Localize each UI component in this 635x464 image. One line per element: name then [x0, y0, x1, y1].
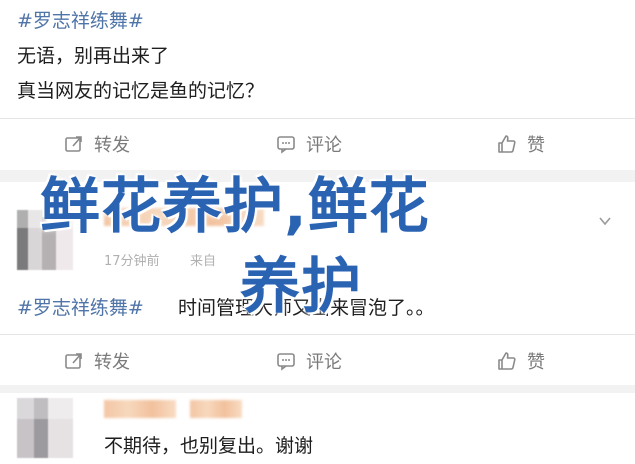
divider — [0, 118, 635, 119]
overlay-text-line2: 养护 — [240, 252, 362, 322]
like-icon — [498, 135, 516, 153]
like-icon — [498, 352, 516, 370]
post-source: 来自 — [190, 254, 217, 269]
repost-icon — [65, 353, 82, 369]
like-button[interactable]: 赞 — [497, 131, 545, 157]
repost-button[interactable]: 转发 — [64, 348, 130, 374]
comment-label: 评论 — [306, 135, 342, 156]
comment-button[interactable]: 评论 — [276, 131, 342, 157]
repost-button[interactable]: 转发 — [64, 131, 130, 157]
avatar[interactable] — [17, 398, 73, 458]
comment-text: 不期待，也别复出。谢谢 — [104, 435, 314, 457]
comment-label: 评论 — [306, 352, 342, 373]
repost-label: 转发 — [94, 352, 130, 373]
divider — [0, 334, 635, 335]
post-hashtag[interactable]: #罗志祥练舞# — [17, 6, 144, 33]
comment-button[interactable]: 评论 — [276, 348, 342, 374]
repost-icon — [65, 136, 82, 152]
post-time: 17分钟前 — [104, 254, 160, 269]
section-gap — [0, 385, 635, 393]
post-text-line: 无语，别再出来了 — [17, 45, 170, 67]
username-blurred[interactable] — [104, 400, 176, 418]
post-text-line: 真当网友的记忆是鱼的记忆？ — [17, 80, 265, 102]
repost-label: 转发 — [94, 135, 130, 156]
comment-icon — [277, 353, 295, 371]
like-label: 赞 — [527, 352, 545, 373]
like-label: 赞 — [527, 135, 545, 156]
chevron-down-icon[interactable] — [598, 214, 612, 228]
username-blurred[interactable] — [190, 400, 242, 418]
post-hashtag[interactable]: #罗志祥练舞# — [17, 293, 144, 320]
like-button[interactable]: 赞 — [497, 348, 545, 374]
overlay-text-line1: 鲜花养护,鲜花 — [40, 172, 430, 242]
comment-icon — [277, 136, 295, 154]
